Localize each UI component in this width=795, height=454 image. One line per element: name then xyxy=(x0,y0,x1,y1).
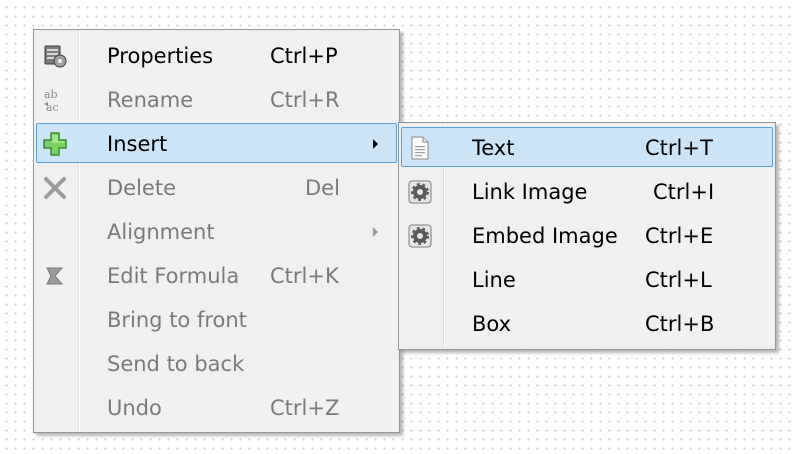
submenu-item-shortcut: Ctrl+T xyxy=(645,136,713,160)
menu-item-shortcut: Ctrl+R xyxy=(270,88,340,112)
submenu-item-label: Embed Image xyxy=(472,224,618,248)
menu-item-label: Send to back xyxy=(107,352,245,376)
menu-item-send-to-back[interactable]: Send to back xyxy=(36,343,397,383)
submenu-item-box[interactable]: Box Ctrl+B xyxy=(401,303,773,343)
rename-icon: ab ac xyxy=(41,86,69,114)
menu-item-delete[interactable]: Delete Del xyxy=(36,167,397,207)
submenu-item-label: Line xyxy=(472,268,516,292)
submenu-item-shortcut: Ctrl+E xyxy=(645,224,714,248)
menu-item-bring-to-front[interactable]: Bring to front xyxy=(36,299,397,339)
menu-item-shortcut: Ctrl+P xyxy=(270,44,338,68)
menu-item-label: Rename xyxy=(107,88,194,112)
menu-item-shortcut: Del xyxy=(305,176,340,200)
submenu-item-label: Text xyxy=(472,136,515,160)
submenu-item-shortcut: Ctrl+B xyxy=(645,312,715,336)
menu-item-edit-formula[interactable]: Edit Formula Ctrl+K xyxy=(36,255,397,295)
menu-item-label: Properties xyxy=(107,44,214,68)
menu-item-alignment[interactable]: Alignment xyxy=(36,211,397,251)
gear-icon xyxy=(406,222,434,250)
insert-submenu: Text Ctrl+T Link Image Ctrl+I Embed Imag… xyxy=(398,122,776,350)
menu-item-label: Insert xyxy=(107,132,168,156)
submenu-item-label: Box xyxy=(472,312,512,336)
formula-icon xyxy=(41,262,69,290)
submenu-item-shortcut: Ctrl+I xyxy=(653,180,715,204)
submenu-item-embed-image[interactable]: Embed Image Ctrl+E xyxy=(401,215,773,255)
submenu-item-line[interactable]: Line Ctrl+L xyxy=(401,259,773,299)
context-menu: Properties Ctrl+P ab ac Rename Ctrl+R In… xyxy=(33,29,400,433)
menu-item-undo[interactable]: Undo Ctrl+Z xyxy=(36,387,397,427)
submenu-arrow-icon xyxy=(373,139,378,149)
text-document-icon xyxy=(406,134,434,162)
menu-item-label: Alignment xyxy=(107,220,215,244)
submenu-item-link-image[interactable]: Link Image Ctrl+I xyxy=(401,171,773,211)
insert-plus-icon xyxy=(41,130,69,158)
gear-icon xyxy=(406,178,434,206)
menu-item-label: Undo xyxy=(107,396,162,420)
svg-text:ab: ab xyxy=(44,88,58,101)
delete-x-icon xyxy=(41,174,69,202)
submenu-item-label: Link Image xyxy=(472,180,588,204)
menu-item-label: Bring to front xyxy=(107,308,247,332)
menu-item-rename[interactable]: ab ac Rename Ctrl+R xyxy=(36,79,397,119)
submenu-item-shortcut: Ctrl+L xyxy=(645,268,712,292)
menu-item-label: Edit Formula xyxy=(107,264,240,288)
submenu-arrow-icon xyxy=(373,227,378,237)
submenu-item-text[interactable]: Text Ctrl+T xyxy=(401,127,773,167)
menu-item-label: Delete xyxy=(107,176,176,200)
menu-item-properties[interactable]: Properties Ctrl+P xyxy=(36,35,397,75)
menu-item-insert[interactable]: Insert xyxy=(36,123,397,163)
properties-icon xyxy=(41,42,69,70)
menu-item-shortcut: Ctrl+K xyxy=(270,264,339,288)
menu-item-shortcut: Ctrl+Z xyxy=(270,396,340,420)
